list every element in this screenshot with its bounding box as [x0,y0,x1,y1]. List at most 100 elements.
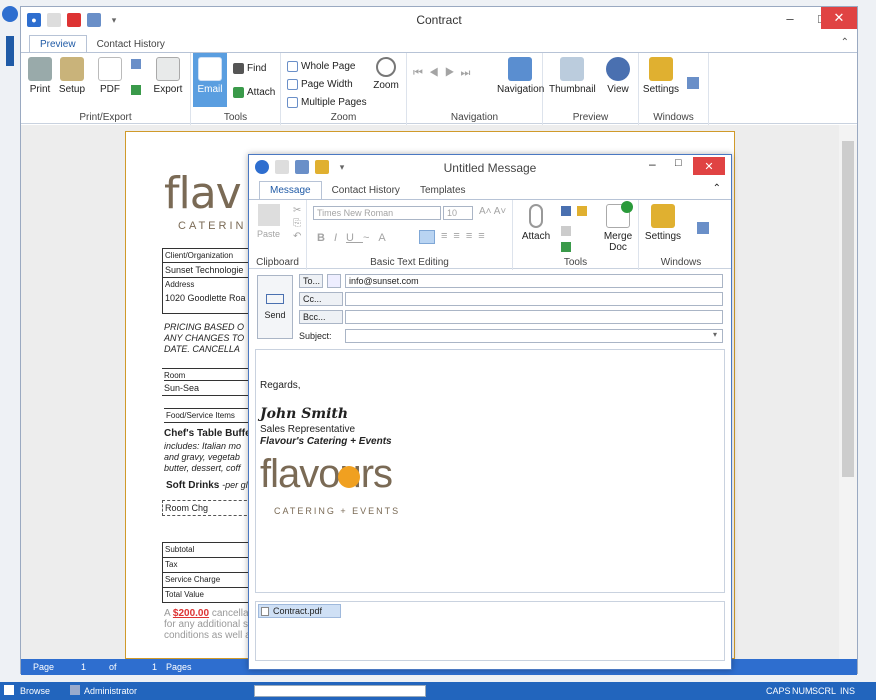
windows-icon[interactable] [687,77,699,89]
signature-role: Sales Representative [260,424,356,435]
to-button[interactable]: To... [299,274,323,288]
export-button[interactable]: Export [151,57,185,95]
app-logo-icon [2,6,18,22]
subject-field[interactable] [345,329,723,343]
pdf-button[interactable]: PDF [93,57,127,95]
status-page-label: Page [33,662,55,672]
word-icon[interactable] [131,59,141,69]
status-total: 1 [152,662,158,672]
doc-logo-sub: CATERIN [178,220,247,232]
message-tabs: Message Contact History Templates [259,181,476,199]
settings-button[interactable]: Settings [641,57,681,95]
attachment-item[interactable]: Contract.pdf [258,604,342,618]
setup-button[interactable]: Setup [55,57,89,95]
pdf-file-icon [261,607,269,616]
close-button[interactable]: ✕ [821,7,857,29]
signature-logo-sub: CATERING + EVENTS [274,506,401,516]
ribbon: Print Setup PDF Export Print/Export Emai… [21,52,857,125]
nav-arrows-icon[interactable]: ⏮◀▶⏭ [413,67,476,80]
align-left-icon[interactable] [419,230,435,244]
soft-drinks: Soft Drinks -per gl [166,480,248,491]
chef-includes: includes: Italian mo and gravy, vegetab bu… [164,441,242,473]
bcc-field[interactable] [345,310,723,324]
email-button[interactable]: Email [193,53,227,107]
message-close-button[interactable]: ✕ [693,157,725,175]
to-field[interactable]: info@sunset.com [345,274,723,288]
group-label: Tools [223,112,248,123]
scrl-indicator: SCRL [812,686,837,696]
attachments-panel: Contract.pdf [255,601,725,661]
send-button[interactable]: Send [257,275,293,339]
tab-contact-history[interactable]: Contact History [87,36,175,53]
status-page-num: 1 [81,662,87,672]
message-body[interactable]: Regards, John Smith Sales Representative… [255,349,725,593]
collapse-ribbon-icon[interactable]: ⌃ [841,37,849,48]
address-label: Address [165,280,195,289]
font-name-select[interactable]: Times New Roman [313,206,441,220]
subject-dropdown-icon[interactable]: ▾ [713,330,717,339]
merge-doc-icon [606,201,633,228]
font-size-select[interactable]: 10 [443,206,473,220]
font-grow-icon[interactable]: A˄ A˅ [479,206,506,217]
cc-field[interactable] [345,292,723,306]
find-icon[interactable] [561,226,571,236]
client-value: Sunset Technologie [163,263,249,278]
minimize-button[interactable]: – [773,7,807,29]
attach-icon [233,87,244,98]
group-label: Basic Text Editing [370,257,449,268]
spell-icon[interactable] [577,206,587,216]
address-book-icon[interactable] [561,206,571,216]
message-settings-button[interactable]: Settings [643,204,683,242]
contact-picker-icon[interactable] [327,274,341,288]
zoom-button[interactable]: Zoom [369,57,403,91]
message-minimize-button[interactable]: – [649,157,656,171]
browse-button[interactable]: Browse [20,686,50,696]
message-settings-icon [651,204,675,228]
view-button[interactable]: View [601,57,635,95]
message-collapse-ribbon-icon[interactable]: ⌃ [713,183,721,194]
group-label: Preview [572,112,609,123]
print-button[interactable]: Print [23,57,57,95]
message-maximize-button[interactable]: □ [675,157,682,169]
scrollbar-thumb[interactable] [842,141,854,477]
attach-file-button[interactable]: Attach [519,204,553,242]
magnifier-icon [376,57,396,77]
tab-preview[interactable]: Preview [29,35,87,53]
excel-icon[interactable] [131,85,141,95]
page-width-button[interactable]: Page Width [287,79,353,90]
message-windows-icon[interactable] [697,222,709,234]
chef-item: Chef's Table Buffe [164,428,251,439]
thumbnail-icon [560,57,584,81]
room-section: Room Sun-Sea [162,368,250,396]
whole-page-button[interactable]: Whole Page [287,61,355,72]
signature-name: John Smith [260,406,349,422]
binoculars-icon [233,63,244,74]
num-indicator: NUM [792,686,813,696]
group-message-windows: Settings Windows [639,200,723,270]
navigation-button[interactable]: Navigation [497,57,544,95]
multiple-pages-button[interactable]: Multiple Pages [287,97,367,108]
cc-button[interactable]: Cc... [299,292,343,306]
eye-icon [606,57,630,81]
format-buttons[interactable]: BIU~A [317,232,395,244]
group-windows: Settings Windows [639,53,709,125]
tab-message[interactable]: Message [259,181,322,199]
window-title: Contract [416,13,462,27]
navigation-icon [508,57,532,81]
find-button[interactable]: Find [233,63,266,74]
title-bar: ● ▾ Contract – □ ✕ [21,7,857,33]
tab-message-contact-history[interactable]: Contact History [322,182,410,199]
client-table: Client/Organization Sunset Technologie A… [162,248,250,314]
ins-indicator: INS [840,686,856,696]
attach-button[interactable]: Attach [233,87,275,98]
pdf-icon [98,57,122,81]
align-buttons[interactable]: ≡≡≡≡ [441,230,491,242]
merge-doc-button[interactable]: Merge Doc [599,201,637,253]
bcc-button[interactable]: Bcc... [299,310,343,324]
paste-button[interactable]: Paste [257,204,280,239]
group-tools: Email Find Attach Tools [191,53,281,125]
insert-icon[interactable] [561,242,571,252]
tab-templates[interactable]: Templates [410,182,476,199]
paste-icon [257,204,280,226]
thumbnail-button[interactable]: Thumbnail [549,57,596,95]
